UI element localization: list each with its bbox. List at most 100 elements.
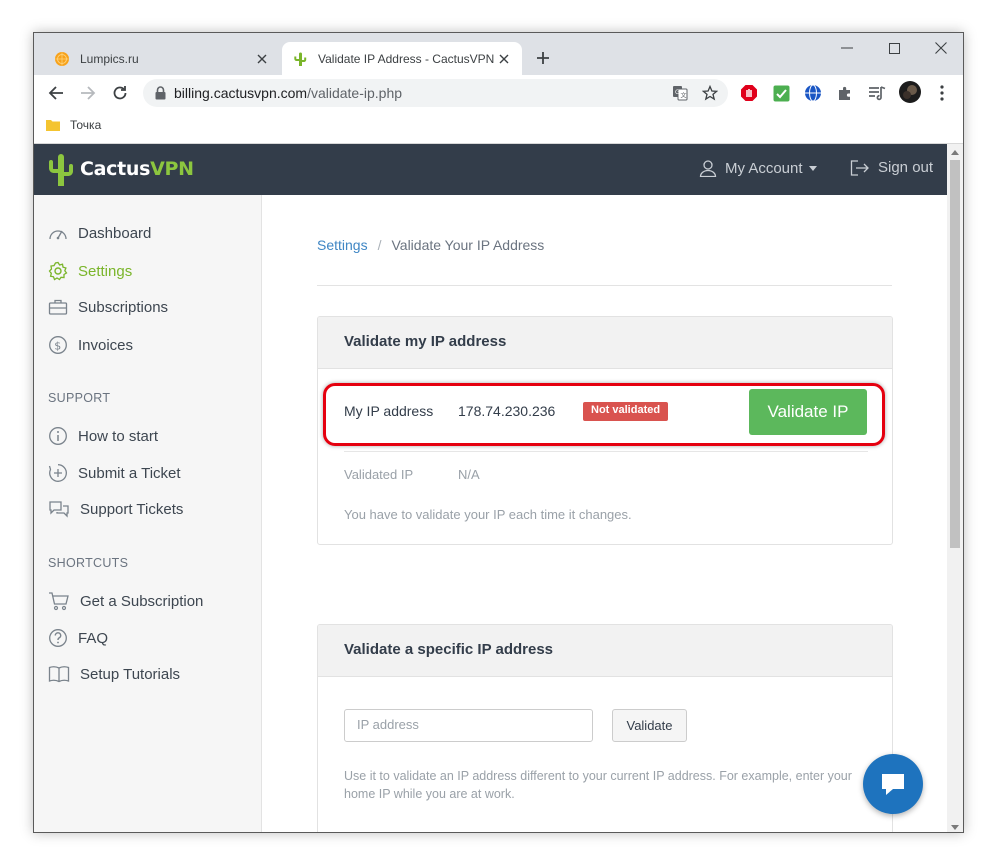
menu-dots-icon[interactable] [932,83,952,103]
new-tab-button[interactable] [532,47,554,69]
scrollbar-thumb[interactable] [950,160,960,548]
panel-title: Validate my IP address [318,317,892,369]
bookmark-star-icon[interactable] [698,81,722,105]
caret-down-icon [808,165,817,171]
speedometer-icon [49,230,67,240]
sidebar-item-invoices[interactable]: $ Invoices [48,335,133,355]
folder-icon [46,120,60,131]
back-icon[interactable] [44,81,68,105]
sidebar-item-label: Subscriptions [78,298,169,316]
scroll-down-icon[interactable] [951,823,959,831]
cart-icon [49,592,69,611]
tab-strip: Lumpics.ru Validate IP Address - CactusV… [34,33,963,75]
breadcrumb-separator: / [377,237,382,253]
sidebar-item-faq[interactable]: FAQ [48,628,108,648]
panel-title: Validate a specific IP address [318,625,892,677]
ip-address-input[interactable]: IP address [344,709,593,742]
question-icon [49,629,67,647]
sidebar-item-how-to-start[interactable]: How to start [48,426,158,446]
svg-text:G: G [675,89,680,96]
bookmarks-bar: Точка [34,111,963,144]
svg-text:$: $ [54,339,61,352]
validated-ip-value: N/A [458,467,480,482]
globe-icon[interactable] [803,83,823,103]
user-icon [699,160,717,177]
sidebar-item-label: Get a Subscription [80,592,204,610]
divider [317,285,892,286]
sidebar-item-dashboard[interactable]: Dashboard [48,224,151,242]
sidebar-item-support-tickets[interactable]: Support Tickets [48,500,183,518]
sidebar-heading-shortcuts: SHORTCUTS [48,556,129,570]
lock-icon[interactable] [155,86,166,100]
forward-icon[interactable] [76,81,100,105]
maximize-icon[interactable] [872,33,917,63]
sidebar-item-get-subscription[interactable]: Get a Subscription [48,591,203,611]
scrollbar[interactable] [947,144,963,832]
bookmark-label: Точка [70,118,102,132]
reload-icon[interactable] [108,81,132,105]
scroll-up-icon[interactable] [951,148,959,156]
site-header: CactusVPN My Account Sign out [34,144,947,195]
browser-window: Lumpics.ru Validate IP Address - CactusV… [33,32,964,833]
playlist-icon[interactable] [867,83,887,103]
tab-title: Lumpics.ru [80,51,139,66]
close-tab-icon[interactable] [496,51,512,67]
sidebar: Dashboard Settings Subscriptions $ Invoi… [34,195,262,832]
brand-name: CactusVPN [80,158,194,180]
validate-my-ip-panel: Validate my IP address My IP address 178… [317,316,893,545]
highlight-annotation [323,383,885,446]
validated-ip-label: Validated IP [344,467,414,482]
url-path: /validate-ip.php [307,85,403,101]
dollar-icon: $ [49,336,67,354]
validate-specific-ip-panel: Validate a specific IP address IP addres… [317,624,893,832]
tab-title: Validate IP Address - CactusVPN [318,51,495,66]
sign-out-label: Sign out [878,159,934,176]
sidebar-item-label: Setup Tutorials [80,665,181,683]
sidebar-item-submit-ticket[interactable]: Submit a Ticket [48,463,181,483]
bookmark-folder[interactable]: Точка [46,118,101,132]
address-bar[interactable]: billing.cactusvpn.com/validate-ip.php G文 [143,79,728,107]
chat-bubbles-icon [49,501,69,518]
url-domain: billing.cactusvpn.com [174,85,308,101]
row-divider [344,451,868,452]
check-icon[interactable] [771,83,791,103]
my-account-label: My Account [725,159,803,177]
browser-toolbar: billing.cactusvpn.com/validate-ip.php G文 [34,75,963,111]
profile-avatar[interactable] [898,80,922,104]
cactus-logo-icon [49,154,73,186]
close-window-icon[interactable] [918,33,963,63]
sidebar-item-subscriptions[interactable]: Subscriptions [48,298,168,316]
sign-out-link[interactable]: Sign out [850,159,933,176]
sidebar-item-settings[interactable]: Settings [48,261,132,281]
validate-button[interactable]: Validate [612,709,687,742]
sidebar-item-setup-tutorials[interactable]: Setup Tutorials [48,665,180,683]
my-account-menu[interactable]: My Account [699,159,817,177]
close-tab-icon[interactable] [254,51,270,67]
page-viewport: CactusVPN My Account Sign out Dashboard … [34,144,947,832]
sidebar-item-label: FAQ [78,629,109,647]
brand-name-part1: Cactus [80,158,151,180]
gear-icon [48,261,68,281]
svg-text:文: 文 [681,92,687,100]
cactusvpn-logo[interactable]: CactusVPN [48,152,194,186]
sign-out-icon [850,159,869,176]
live-chat-button[interactable] [863,754,923,814]
sidebar-item-label: Dashboard [78,224,152,242]
cactus-icon [292,51,308,67]
validate-note: You have to validate your IP each time i… [344,507,632,522]
sidebar-item-label: Submit a Ticket [78,464,181,482]
adblock-icon[interactable] [739,83,759,103]
chat-icon [882,774,904,795]
brand-name-part2: VPN [150,158,194,180]
tab-lumpics[interactable]: Lumpics.ru [44,42,280,75]
briefcase-icon [48,299,68,315]
translate-icon[interactable]: G文 [668,81,692,105]
breadcrumb-settings-link[interactable]: Settings [317,237,368,253]
minimize-icon[interactable] [824,33,869,63]
sidebar-item-label: Invoices [78,336,134,354]
tab-cactusvpn[interactable]: Validate IP Address - CactusVPN [282,42,522,75]
url-text[interactable]: billing.cactusvpn.com/validate-ip.php [174,85,668,101]
sidebar-item-label: Settings [78,262,133,280]
puzzle-icon[interactable] [835,83,855,103]
sidebar-item-label: How to start [78,427,159,445]
